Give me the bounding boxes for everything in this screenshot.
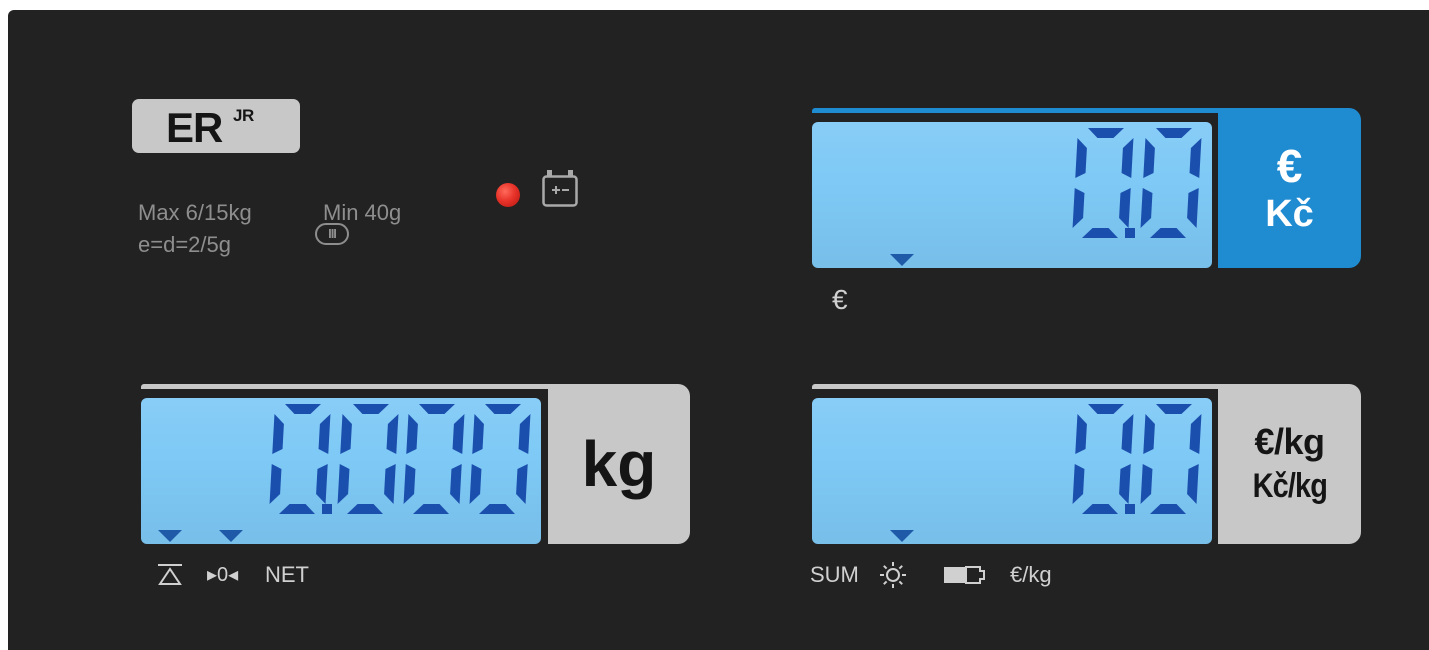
net-indicator: NET [265,562,309,587]
backlight-sun-icon [880,562,906,588]
segment-a [485,404,521,414]
segment-d [1150,228,1186,238]
price-unit-euro: € [1276,140,1303,192]
price-lcd [812,122,1212,268]
segment-e [1072,464,1085,504]
segment-d [347,504,383,514]
segment-a [353,404,389,414]
segment-c [1187,188,1199,228]
segment-c [316,464,328,504]
weight-readout-digit-3 [469,404,531,514]
spec-max: Max 6/15kg [138,200,252,225]
sum-indicator: SUM [810,562,859,587]
segment-b [318,414,331,454]
spec-division: e=d=2/5g [138,232,231,257]
segment-b [1189,138,1202,178]
weight-readout-decimal-point [322,504,332,514]
weight-unit-kg: kg [581,428,657,500]
low-battery-icon [944,566,985,584]
unit-price-readout-digit-0 [1072,404,1134,514]
segment-d [1082,228,1118,238]
segment-c [1119,188,1131,228]
price-unit-czk: Kč [1265,193,1314,235]
segment-f [1143,414,1155,454]
unit-price-caption: €/kg [1010,562,1052,587]
unit-price-unit-box: €/kg Kč/kg [1218,384,1361,544]
segment-e [403,464,416,504]
segment-d [1082,504,1118,514]
segment-b [1189,414,1202,454]
unit-price-unit-euro: €/kg [1254,421,1325,462]
segment-a [1088,128,1124,138]
segment-a [285,404,321,414]
price-indicator-arrow [890,254,914,266]
segment-b [386,414,399,454]
weight-topline [141,384,581,389]
segment-a [1156,404,1192,414]
brand-name: ER [166,104,223,151]
unit-price-indicator-arrow [890,530,914,542]
power-led-icon [496,183,520,207]
unit-price-readout-digit-1 [1140,404,1202,514]
unit-price-topline [812,384,1252,389]
zero-indicator: ▸0◂ [207,564,239,586]
segment-e [337,464,350,504]
battery-icon [542,170,578,207]
segment-b [1121,138,1134,178]
price-readout-digit-1 [1140,128,1202,238]
segment-f [272,414,284,454]
segment-f [1075,138,1087,178]
segment-c [384,464,396,504]
segment-f [406,414,418,454]
unit-price-unit-czk: Kč/kg [1252,467,1327,505]
segment-c [516,464,528,504]
brand-superscript: JR [233,106,254,125]
segment-f [340,414,352,454]
segment-a [1088,404,1124,414]
unit-price-readout [1072,404,1202,514]
price-caption-euro: € [832,284,848,315]
segment-c [1119,464,1131,504]
segment-d [413,504,449,514]
weight-zero-arrow [219,530,243,542]
segment-a [1156,128,1192,138]
segment-d [1150,504,1186,514]
segment-f [1143,138,1155,178]
segment-b [518,414,531,454]
weight-stable-arrow [158,530,182,542]
segment-b [452,414,465,454]
segment-e [1140,464,1153,504]
segment-e [469,464,482,504]
weight-readout-digit-2 [403,404,465,514]
weight-unit-box: kg [548,384,690,544]
price-readout-decimal-point [1125,228,1135,238]
tare-icon [158,564,182,585]
price-readout [1072,128,1202,238]
segment-e [1072,188,1085,228]
segment-f [1075,414,1087,454]
unit-price-lcd [812,398,1212,544]
weight-readout [269,404,531,514]
weight-lcd [141,398,541,544]
segment-c [450,464,462,504]
price-readout-digit-0 [1072,128,1134,238]
accuracy-class-badge: III [315,223,349,245]
segment-c [1187,464,1199,504]
price-unit-box: € Kč [1218,108,1361,268]
weight-readout-digit-0 [269,404,331,514]
segment-d [479,504,515,514]
brand-badge: ER JR [132,99,300,153]
segment-f [472,414,484,454]
price-topline [812,108,1252,113]
segment-e [1140,188,1153,228]
segment-a [419,404,455,414]
segment-d [279,504,315,514]
unit-price-readout-decimal-point [1125,504,1135,514]
weight-readout-digit-1 [337,404,399,514]
segment-b [1121,414,1134,454]
segment-e [269,464,282,504]
